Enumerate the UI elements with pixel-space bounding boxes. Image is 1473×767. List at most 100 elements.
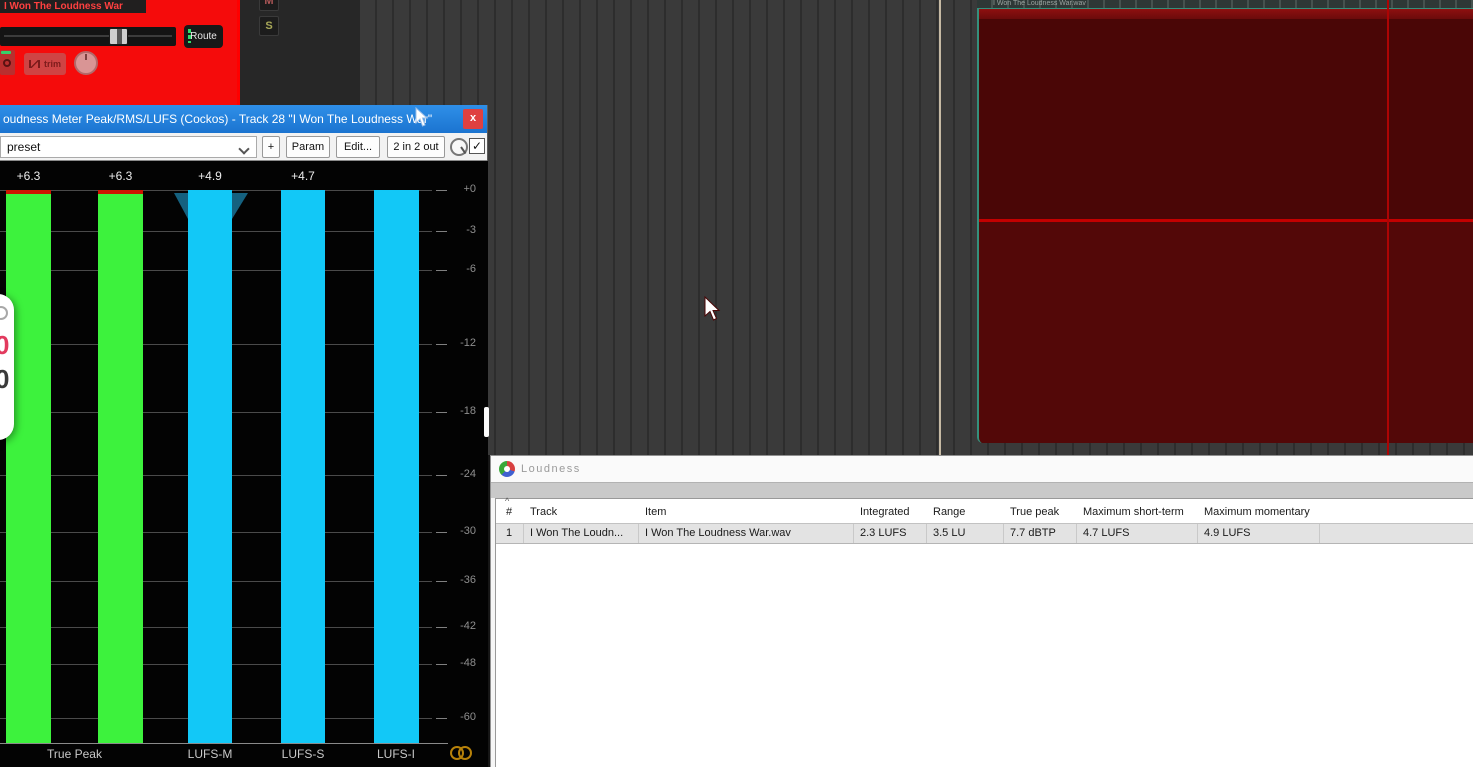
header-cell[interactable]: Range bbox=[927, 499, 1004, 523]
meter-axis-label: True Peak bbox=[47, 747, 102, 761]
param-button[interactable]: Param bbox=[286, 136, 330, 158]
volume-fader-handle[interactable] bbox=[109, 28, 128, 45]
volume-fader[interactable] bbox=[0, 27, 176, 46]
edit-button[interactable]: Edit... bbox=[336, 136, 380, 158]
routing-icon bbox=[188, 29, 191, 43]
loudness-titlebar[interactable]: Loudness bbox=[491, 456, 1473, 482]
meter-bar-truepeak-l bbox=[6, 190, 51, 743]
chevron-down-icon bbox=[240, 145, 248, 153]
scale-label: +0 bbox=[463, 183, 476, 195]
stereo-link-icon[interactable] bbox=[450, 746, 476, 762]
tick bbox=[436, 532, 447, 533]
scale-label: -30 bbox=[460, 525, 476, 537]
preset-combo[interactable]: preset bbox=[0, 136, 257, 158]
loudness-panel: Loudness ^ # Track Item Integrated Range… bbox=[490, 455, 1473, 767]
header-cell[interactable]: # bbox=[496, 499, 524, 523]
header-cell[interactable]: Track bbox=[524, 499, 639, 523]
header-cell[interactable]: True peak bbox=[1004, 499, 1077, 523]
loudness-panel-title: Loudness bbox=[521, 463, 581, 475]
table-row[interactable]: 1 I Won The Loudn... I Won The Loudness … bbox=[496, 523, 1473, 544]
meter-baseline bbox=[0, 743, 448, 744]
reaper-screen: I Won The Loudness War.wav I Won The Lou… bbox=[0, 0, 1473, 767]
overlay-digit-bottom: 0 bbox=[0, 364, 10, 394]
scale-label: -3 bbox=[466, 224, 476, 236]
trim-button-label: trim bbox=[43, 59, 61, 69]
arrange-view[interactable]: I Won The Loudness War.wav bbox=[360, 0, 1473, 455]
track-name-label[interactable]: I Won The Loudness War bbox=[0, 0, 146, 13]
tick bbox=[436, 627, 447, 628]
check-icon: ✓ bbox=[471, 139, 483, 153]
tick bbox=[436, 344, 447, 345]
tick bbox=[436, 190, 447, 191]
meter-value-label: +4.9 bbox=[198, 169, 222, 183]
edit-cursor[interactable] bbox=[939, 0, 941, 455]
item-lower-half bbox=[979, 222, 1473, 443]
wet-dry-knob-icon[interactable] bbox=[450, 138, 468, 156]
table-cell-range: 3.5 LU bbox=[927, 524, 1004, 543]
mouse-cursor bbox=[704, 296, 721, 321]
header-cell[interactable]: Maximum short-term bbox=[1077, 499, 1198, 523]
scrollbar-thumb[interactable] bbox=[484, 407, 489, 437]
peak-cap bbox=[6, 190, 51, 194]
lufs-history-shape bbox=[232, 193, 248, 219]
mute-button[interactable]: M bbox=[259, 0, 279, 11]
scale-label: -60 bbox=[460, 711, 476, 723]
pan-knob[interactable] bbox=[74, 51, 98, 75]
header-cell bbox=[1320, 499, 1473, 523]
item-filename-label: I Won The Loudness War.wav bbox=[993, 0, 1086, 7]
pin-cursor-icon bbox=[415, 107, 429, 127]
solo-button[interactable]: S bbox=[259, 16, 279, 36]
peak-cap bbox=[98, 190, 143, 194]
fader-groove bbox=[4, 35, 172, 37]
tick bbox=[436, 581, 447, 582]
item-header-strip: I Won The Loudness War.wav bbox=[977, 0, 1473, 8]
table-cell-maxmomentary: 4.9 LUFS bbox=[1198, 524, 1320, 543]
circle-right bbox=[458, 746, 472, 760]
tick bbox=[436, 270, 447, 271]
tick bbox=[436, 664, 447, 665]
table-cell-item: I Won The Loudness War.wav bbox=[639, 524, 854, 543]
scale-label: -42 bbox=[460, 620, 476, 632]
tick bbox=[436, 231, 447, 232]
scale-label: -36 bbox=[460, 574, 476, 586]
item-title-bar bbox=[979, 9, 1473, 19]
header-cell[interactable]: Maximum momentary bbox=[1198, 499, 1320, 523]
track-panel: I Won The Loudness War Route trim bbox=[0, 0, 237, 105]
trim-envelope-button[interactable]: trim bbox=[24, 53, 66, 75]
table-cell-empty bbox=[1320, 524, 1473, 543]
header-cell[interactable]: Integrated bbox=[854, 499, 927, 523]
scale-label: -12 bbox=[460, 337, 476, 349]
panel-divider-strip bbox=[491, 482, 1473, 498]
meter-bar-lufs-i bbox=[374, 190, 419, 743]
fx-titlebar[interactable]: oudness Meter Peak/RMS/LUFS (Cockos) - T… bbox=[0, 105, 487, 133]
sort-indicator[interactable]: ^ bbox=[505, 496, 509, 506]
meter-axis-label: LUFS-S bbox=[281, 747, 325, 761]
add-preset-button[interactable]: + bbox=[262, 136, 280, 158]
record-arm-button[interactable] bbox=[0, 50, 15, 75]
waveform-center-line bbox=[979, 219, 1473, 222]
ui-checkbox[interactable]: ✓ bbox=[469, 138, 485, 154]
tick bbox=[436, 412, 447, 413]
red-marker-line[interactable] bbox=[1387, 0, 1389, 455]
route-button[interactable]: Route bbox=[184, 25, 223, 48]
table-cell-num: 1 bbox=[496, 524, 524, 543]
media-item[interactable] bbox=[977, 8, 1473, 443]
meter-bar-lufs-m bbox=[188, 190, 232, 743]
overlay-digit-top: 0 bbox=[0, 330, 10, 360]
overlay-card: 0 0 bbox=[0, 294, 14, 440]
io-button[interactable]: 2 in 2 out bbox=[387, 136, 445, 158]
meter-value-label: +4.7 bbox=[291, 169, 315, 183]
overlay-circle-icon bbox=[0, 306, 8, 320]
record-monitor-icon bbox=[1, 51, 11, 54]
meter-axis-label: LUFS-M bbox=[187, 747, 233, 761]
table-cell-truepeak: 7.7 dBTP bbox=[1004, 524, 1077, 543]
table-cell-track: I Won The Loudn... bbox=[524, 524, 639, 543]
table-cell-maxshortterm: 4.7 LUFS bbox=[1077, 524, 1198, 543]
close-button[interactable]: x bbox=[463, 109, 483, 129]
fx-window: oudness Meter Peak/RMS/LUFS (Cockos) - T… bbox=[0, 105, 488, 767]
header-cell[interactable]: Item bbox=[639, 499, 854, 523]
reaper-logo-icon bbox=[499, 461, 515, 477]
envelope-icon bbox=[29, 60, 40, 68]
scale-label: -24 bbox=[460, 468, 476, 480]
table-cell-integrated: 2.3 LUFS bbox=[854, 524, 927, 543]
